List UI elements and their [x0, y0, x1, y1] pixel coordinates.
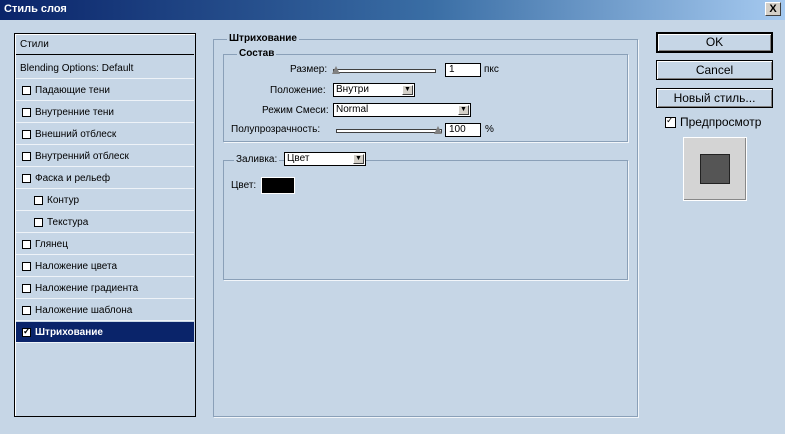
style-list-item[interactable]: Стили [16, 34, 194, 55]
style-list-item-label: Фаска и рельеф [35, 172, 111, 184]
layer-styles-list: Стили Blending Options: Default Падающие т… [14, 33, 196, 417]
style-checkbox[interactable] [22, 326, 31, 337]
style-list-item-label: Наложение шаблона [35, 304, 133, 316]
close-button[interactable]: X [765, 2, 781, 16]
stroke-group-title: Штрихование [227, 33, 299, 44]
style-checkbox[interactable] [34, 195, 43, 205]
style-list-item[interactable]: Наложение градиента [16, 278, 194, 299]
position-select-value: Внутри [336, 84, 369, 95]
style-list-item[interactable]: Текстура [16, 212, 194, 233]
structure-group-title: Состав [237, 48, 277, 59]
size-input[interactable]: 1 [445, 63, 481, 77]
style-list-item[interactable]: Глянец [16, 234, 194, 255]
style-list-item-label: Падающие тени [35, 84, 110, 96]
style-list-item[interactable]: Наложение шаблона [16, 300, 194, 321]
style-checkbox[interactable] [22, 173, 31, 183]
chevron-down-icon[interactable]: ▼ [458, 105, 469, 115]
color-label: Цвет: [231, 180, 257, 191]
style-list-item-label: Текстура [47, 216, 89, 228]
style-list-item-label: Стили [20, 38, 49, 50]
fill-type-select[interactable]: Цвет ▼ [284, 152, 366, 166]
preview-label: Предпросмотр [680, 115, 762, 129]
style-list-item[interactable]: Штрихование [16, 322, 194, 343]
style-list-item[interactable]: Контур [16, 190, 194, 211]
style-checkbox[interactable] [22, 151, 31, 161]
style-list-item[interactable]: Blending Options: Default [16, 58, 194, 79]
style-list-item-label: Наложение градиента [35, 282, 139, 294]
title-bar: Стиль слоя X [0, 0, 785, 20]
chevron-down-icon[interactable]: ▼ [353, 154, 364, 164]
opacity-slider[interactable] [336, 129, 442, 133]
preview-toggle[interactable]: Предпросмотр [665, 115, 761, 129]
style-list-item[interactable]: Фаска и рельеф [16, 168, 194, 189]
style-list-item-label: Внутренние тени [35, 106, 115, 118]
size-slider[interactable] [333, 69, 436, 73]
opacity-label: Полупрозрачность: [231, 124, 321, 135]
preview-thumbnail [700, 154, 730, 184]
opacity-input[interactable]: 100 [445, 123, 481, 137]
size-label: Размер: [290, 64, 328, 75]
blend-mode-select[interactable]: Normal ▼ [333, 103, 471, 117]
style-list-item-label: Штрихование [35, 326, 103, 338]
style-list-item-label: Внешний отблеск [35, 128, 117, 140]
style-list-item[interactable]: Внешний отблеск [16, 124, 194, 145]
style-list-item-label: Внутренний отблеск [35, 150, 129, 162]
style-checkbox[interactable] [22, 239, 31, 249]
fill-type-label: Заливка: [234, 154, 280, 165]
style-list-item[interactable]: Внутренние тени [16, 102, 194, 123]
style-checkbox[interactable] [22, 261, 31, 271]
style-checkbox[interactable] [22, 107, 31, 117]
style-checkbox[interactable] [34, 217, 43, 227]
style-list-item[interactable]: Внутренний отблеск [16, 146, 194, 167]
style-list-item-label: Глянец [35, 238, 68, 250]
chevron-down-icon[interactable]: ▼ [402, 85, 413, 95]
size-unit: пкс [484, 64, 499, 75]
style-list-item[interactable]: Падающие тени [16, 80, 194, 101]
style-list-item-label: Контур [47, 194, 80, 206]
style-checkbox[interactable] [22, 283, 31, 293]
style-list-item-label: Blending Options: Default [20, 62, 134, 74]
position-select[interactable]: Внутри ▼ [333, 83, 415, 97]
size-slider-thumb[interactable] [332, 66, 340, 74]
style-list-item-label: Наложение цвета [35, 260, 118, 272]
ok-button[interactable]: OK [656, 32, 773, 53]
opacity-unit: % [485, 124, 494, 135]
blend-mode-label: Режим Смеси: [262, 105, 329, 116]
cancel-button[interactable]: Cancel [656, 60, 773, 80]
window-title: Стиль слоя [4, 3, 67, 15]
style-checkbox[interactable] [22, 85, 31, 95]
color-swatch[interactable] [261, 177, 295, 194]
opacity-slider-thumb[interactable] [434, 126, 442, 134]
style-checkbox[interactable] [22, 129, 31, 139]
fill-type-select-value: Цвет [287, 153, 310, 164]
new-style-button[interactable]: Новый стиль... [656, 88, 773, 108]
style-checkbox[interactable] [22, 305, 31, 315]
preview-checkbox[interactable] [665, 115, 676, 128]
style-list-item[interactable]: Наложение цвета [16, 256, 194, 277]
style-preview [683, 137, 747, 201]
blend-mode-select-value: Normal [336, 104, 369, 115]
position-label: Положение: [270, 85, 326, 96]
